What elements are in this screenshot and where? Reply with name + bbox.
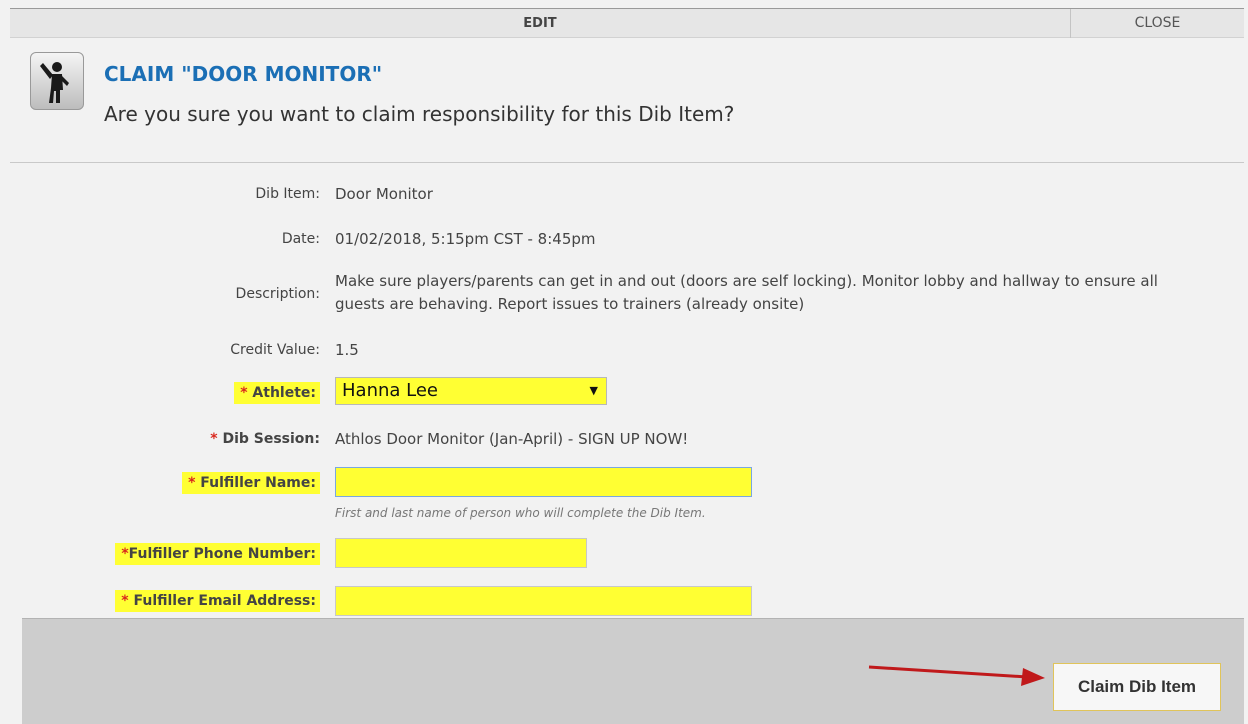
fulfiller-name-help: First and last name of person who will c… <box>335 506 706 520</box>
modal-footer: Claim Dib Item <box>22 618 1244 724</box>
description-label: Description: <box>235 286 320 302</box>
confirm-question: Are you sure you want to claim responsib… <box>104 102 735 126</box>
date-value: 01/02/2018, 5:15pm CST - 8:45pm <box>335 230 596 248</box>
close-button[interactable]: CLOSE <box>1070 9 1244 38</box>
fulfiller-name-label: * Fulfiller Name: <box>182 472 320 494</box>
required-marker: * <box>210 431 218 447</box>
credit-value: 1.5 <box>335 341 359 359</box>
divider <box>10 162 1244 163</box>
dib-session-label: * Dib Session: <box>210 431 320 447</box>
athlete-selected-value: Hanna Lee <box>342 380 438 401</box>
modal-topbar: EDIT CLOSE <box>10 8 1244 38</box>
fulfiller-phone-input[interactable] <box>335 538 587 568</box>
required-marker: * <box>121 593 129 609</box>
dropdown-caret-icon: ▼ <box>589 384 598 397</box>
athlete-label: * Athlete: <box>234 382 320 404</box>
required-marker: * <box>240 385 248 401</box>
fulfiller-email-input[interactable] <box>335 586 752 616</box>
required-marker: * <box>188 475 196 491</box>
fulfiller-phone-label: *Fulfiller Phone Number: <box>115 543 320 565</box>
date-label: Date: <box>281 231 320 247</box>
dib-item-value: Door Monitor <box>335 185 433 203</box>
athlete-select[interactable]: Hanna Lee ▼ <box>335 377 607 405</box>
tab-edit[interactable]: EDIT <box>10 9 1070 38</box>
dib-session-value: Athlos Door Monitor (Jan-April) - SIGN U… <box>335 430 689 448</box>
required-marker: * <box>121 546 129 562</box>
red-arrow-icon <box>868 665 1045 686</box>
fulfiller-name-input[interactable] <box>335 467 752 497</box>
fulfiller-email-label: * Fulfiller Email Address: <box>115 590 320 612</box>
person-waving-icon <box>30 52 84 110</box>
credit-value-label: Credit Value: <box>230 342 320 358</box>
description-value: Make sure players/parents can get in and… <box>335 272 1158 313</box>
page-title: CLAIM "DOOR MONITOR" <box>104 62 383 86</box>
claim-dib-item-button[interactable]: Claim Dib Item <box>1053 663 1221 711</box>
dib-item-label: Dib Item: <box>255 186 320 202</box>
